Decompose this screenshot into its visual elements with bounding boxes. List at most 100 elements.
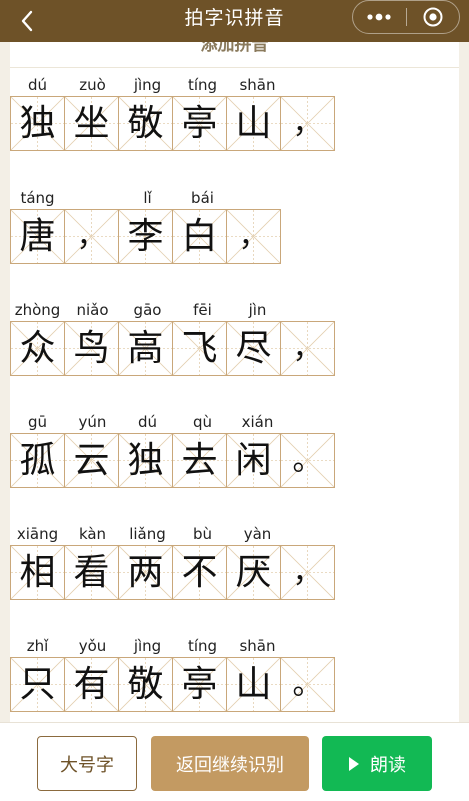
pinyin-label: kàn <box>78 525 107 543</box>
pinyin-row: zhǐ yǒu jìng tíng shān <box>10 635 340 657</box>
punctuation-mark: ， <box>76 218 107 254</box>
chinese-character: 相 <box>19 551 56 593</box>
character-row: 唐 ， 李白 ， <box>10 209 285 264</box>
chinese-character: 不 <box>181 551 218 593</box>
chinese-character: 两 <box>127 551 164 593</box>
pinyin-label: lǐ <box>143 189 152 207</box>
chinese-character: 云 <box>73 439 110 481</box>
pinyin-label: bái <box>191 189 214 207</box>
pinyin-label: dú <box>27 76 48 94</box>
chinese-character: 独 <box>19 102 56 144</box>
read-aloud-button[interactable]: 朗读 <box>322 736 432 791</box>
chinese-character: 高 <box>127 327 164 369</box>
pinyin-label: dú <box>137 413 158 431</box>
pinyin-label: liǎng <box>129 525 166 543</box>
pinyin-label: shān <box>239 76 276 94</box>
character-cell: 去 <box>172 433 227 488</box>
character-cell: 唐 <box>10 209 65 264</box>
chinese-character: 飞 <box>181 327 218 369</box>
large-font-button[interactable]: 大号字 <box>37 736 137 791</box>
chinese-character: 看 <box>73 551 110 593</box>
character-cell: 坐 <box>64 96 119 151</box>
character-row: 相看两不厌 ， <box>10 545 340 600</box>
poem-line: zhòng niǎo gāo fēi jìn 众鸟高飞尽 ， <box>10 299 340 376</box>
character-cell: 有 <box>64 657 119 712</box>
character-cell: 厌 <box>226 545 281 600</box>
more-button[interactable] <box>353 1 406 33</box>
poem-line: xiāng kàn liǎng bù yàn 相看两不厌 ， <box>10 523 340 600</box>
pinyin-label <box>65 187 120 209</box>
character-row: 只有敬亭山。 <box>10 657 340 712</box>
chinese-character: 亭 <box>181 663 218 705</box>
character-cell: 李 <box>118 209 173 264</box>
pinyin-label: xián <box>241 413 274 431</box>
pinyin-label <box>285 299 340 321</box>
character-cell: 白 <box>172 209 227 264</box>
chinese-character: 唐 <box>19 215 56 257</box>
pinyin-row: dú zuò jìng tíng shān <box>10 74 340 96</box>
return-recognize-label: 返回继续识别 <box>176 754 284 776</box>
punctuation-mark: ， <box>238 218 269 254</box>
character-cell: 尽 <box>226 321 281 376</box>
pinyin-row: zhòng niǎo gāo fēi jìn <box>10 299 340 321</box>
chinese-character: 厌 <box>235 551 272 593</box>
punctuation-mark: 。 <box>292 442 323 478</box>
character-cell: 敬 <box>118 657 173 712</box>
pinyin-label: jìn <box>248 301 267 319</box>
close-miniprogram-button[interactable] <box>407 1 460 33</box>
pinyin-label: bù <box>192 525 213 543</box>
character-cell: 不 <box>172 545 227 600</box>
character-cell: 飞 <box>172 321 227 376</box>
chinese-character: 亭 <box>181 102 218 144</box>
play-triangle-icon <box>348 756 360 772</box>
punctuation-mark: ， <box>292 554 323 590</box>
pinyin-label: zhǐ <box>26 637 49 655</box>
chinese-character: 独 <box>127 439 164 481</box>
pinyin-label: tíng <box>187 76 218 94</box>
pinyin-label: yún <box>78 413 107 431</box>
chinese-character: 只 <box>19 663 56 705</box>
large-font-label: 大号字 <box>60 754 114 776</box>
pinyin-label <box>285 74 340 96</box>
pinyin-label: tíng <box>187 637 218 655</box>
character-cell: 只 <box>10 657 65 712</box>
character-cell: 山 <box>226 657 281 712</box>
pinyin-label: zhòng <box>14 301 61 319</box>
character-cell: 独 <box>10 96 65 151</box>
chinese-character: 有 <box>73 663 110 705</box>
chinese-character: 鸟 <box>73 327 110 369</box>
pinyin-label: táng <box>20 189 55 207</box>
character-cell: ， <box>226 209 281 264</box>
chinese-character: 坐 <box>73 102 110 144</box>
character-cell: 闲 <box>226 433 281 488</box>
pinyin-label: yàn <box>243 525 272 543</box>
character-cell: 亭 <box>172 657 227 712</box>
chinese-character: 敬 <box>127 663 164 705</box>
punctuation-mark: ， <box>292 105 323 141</box>
character-cell: 。 <box>280 657 335 712</box>
chinese-character: 孤 <box>19 439 56 481</box>
chinese-character: 白 <box>181 215 218 257</box>
chinese-character: 尽 <box>235 327 272 369</box>
chinese-character: 闲 <box>235 439 272 481</box>
character-cell: 看 <box>64 545 119 600</box>
character-cell: 敬 <box>118 96 173 151</box>
target-circle-icon <box>423 7 443 27</box>
pinyin-row: táng lǐ bái <box>10 187 285 209</box>
character-cell: ， <box>280 545 335 600</box>
pinyin-label: jìng <box>133 637 162 655</box>
section-title: 添加拼音 <box>200 42 269 55</box>
character-cell: ， <box>64 209 119 264</box>
more-dots-icon <box>367 13 391 21</box>
return-recognize-button[interactable]: 返回继续识别 <box>151 736 309 791</box>
character-cell: 高 <box>118 321 173 376</box>
pinyin-label: niǎo <box>76 301 109 319</box>
chinese-character: 众 <box>19 327 56 369</box>
character-cell: 独 <box>118 433 173 488</box>
punctuation-mark: ， <box>292 330 323 366</box>
pinyin-row: gū yún dú qù xián <box>10 411 340 433</box>
character-cell: ， <box>280 321 335 376</box>
poem-line: zhǐ yǒu jìng tíng shān 只有敬亭山。 <box>10 635 340 712</box>
character-row: 众鸟高飞尽 ， <box>10 321 340 376</box>
character-cell: 相 <box>10 545 65 600</box>
